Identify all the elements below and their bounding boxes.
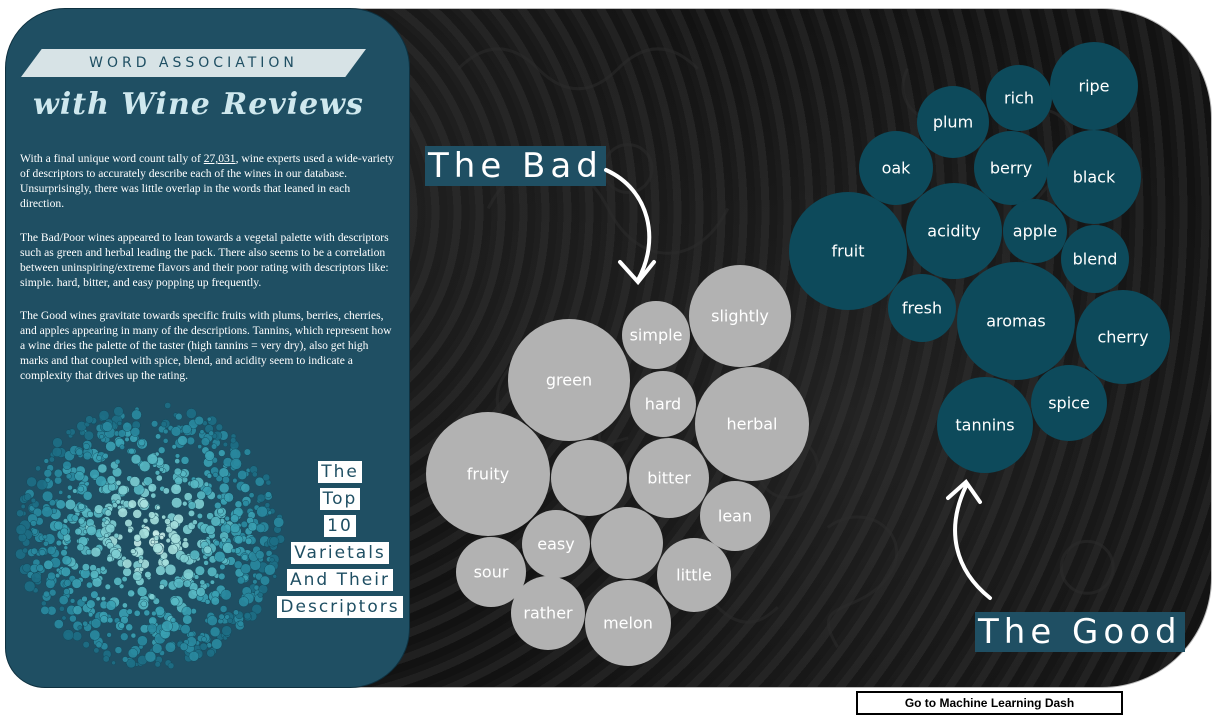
- bad-word-label: simple: [630, 326, 683, 345]
- good-word-label: oak: [882, 159, 912, 178]
- ml-dash-button[interactable]: Go to Machine Learning Dash: [856, 691, 1123, 715]
- bad-word-label: hard: [645, 395, 681, 414]
- bad-word-label: melon: [603, 614, 653, 633]
- bad-bubble[interactable]: [591, 507, 663, 579]
- bad-word-label: fruity: [467, 465, 510, 484]
- good-word-label: tannins: [955, 416, 1014, 435]
- good-word-label: cherry: [1097, 328, 1148, 347]
- good-word-label: aromas: [986, 312, 1046, 331]
- bad-word-label: easy: [537, 535, 574, 554]
- good-word-label: acidity: [927, 222, 980, 241]
- good-word-label: ripe: [1078, 77, 1109, 96]
- bad-word-label: sour: [474, 563, 509, 582]
- good-word-label: fruit: [831, 242, 864, 261]
- good-word-label: rich: [1004, 89, 1034, 108]
- bad-word-label: lean: [718, 507, 752, 526]
- good-word-label: apple: [1013, 222, 1057, 241]
- word-bubbles: slightly simple green hard herbal fruity bitte…: [426, 42, 1170, 666]
- good-bubble-group: ripe rich plum oak berry black acidity apple fru…: [789, 42, 1170, 473]
- bad-word-label: rather: [523, 604, 573, 623]
- good-word-label: spice: [1048, 394, 1090, 413]
- good-word-label: fresh: [902, 299, 942, 318]
- good-word-label: plum: [933, 113, 973, 132]
- bad-word-label: bitter: [647, 469, 691, 488]
- bad-word-label: green: [546, 371, 592, 390]
- bad-bubble[interactable]: [551, 440, 627, 516]
- bad-word-label: slightly: [711, 307, 769, 326]
- good-word-label: black: [1073, 168, 1116, 187]
- good-word-label: blend: [1073, 250, 1118, 269]
- bad-word-label: little: [676, 566, 712, 585]
- bad-word-label: herbal: [727, 415, 778, 434]
- good-word-label: berry: [990, 159, 1032, 178]
- bad-bubble-group: slightly simple green hard herbal fruity bitte…: [426, 265, 809, 666]
